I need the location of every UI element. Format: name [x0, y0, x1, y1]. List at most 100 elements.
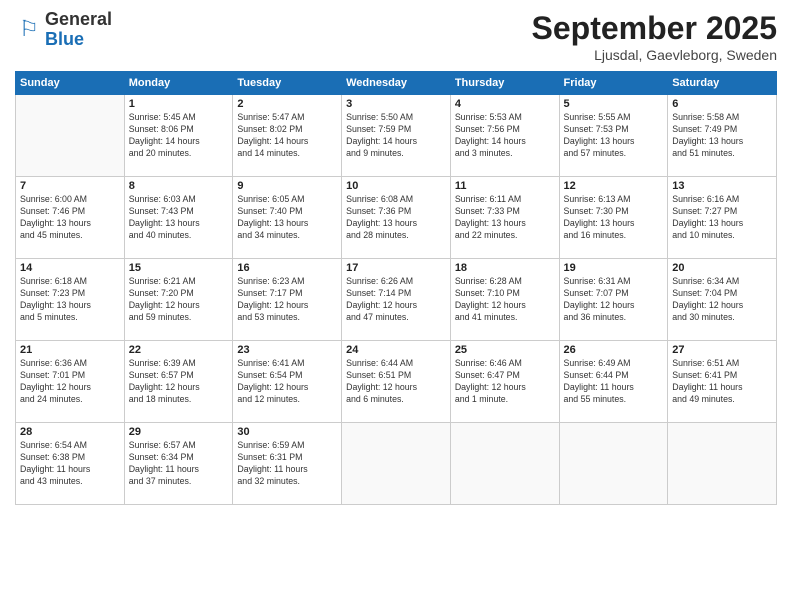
calendar-cell	[450, 423, 559, 505]
day-number: 12	[564, 180, 664, 192]
calendar-cell: 21 Sunrise: 6:36 AMSunset: 7:01 PMDayligh…	[16, 341, 125, 423]
day-info: Sunrise: 6:57 AMSunset: 6:34 PMDaylight:…	[129, 440, 229, 488]
day-info: Sunrise: 6:46 AMSunset: 6:47 PMDaylight:…	[455, 358, 555, 406]
calendar-cell: 14Sunrise: 6:18 AMSunset: 7:23 PMDayligh…	[16, 259, 125, 341]
day-number: 28	[20, 426, 120, 438]
day-info: Sunrise: 6:31 AMSunset: 7:07 PMDaylight:…	[564, 276, 664, 324]
day-number: 23	[237, 344, 337, 356]
day-number: 26	[564, 344, 664, 356]
day-info: Sunrise: 6:28 AMSunset: 7:10 PMDaylight:…	[455, 276, 555, 324]
calendar-cell: 15 Sunrise: 6:21 AMSunset: 7:20 PMDayligh…	[124, 259, 233, 341]
day-info: Sunrise: 6:36 AMSunset: 7:01 PMDaylight:…	[20, 358, 120, 406]
day-info: Sunrise: 5:53 AMSunset: 7:56 PMDaylight:…	[455, 112, 555, 160]
month-title: September 2025	[532, 10, 777, 47]
calendar-cell: 23Sunrise: 6:41 AMSunset: 6:54 PMDayligh…	[233, 341, 342, 423]
day-info: Sunrise: 6:23 AMSunset: 7:17 PMDaylight:…	[237, 276, 337, 324]
calendar-cell: 1Sunrise: 5:45 AMSunset: 8:06 PMDaylight…	[124, 95, 233, 177]
day-info: Sunrise: 5:55 AMSunset: 7:53 PMDaylight:…	[564, 112, 664, 160]
calendar-cell: 22 Sunrise: 6:39 AMSunset: 6:57 PMDayligh…	[124, 341, 233, 423]
logo-general: General	[45, 10, 112, 30]
day-number: 14	[20, 262, 120, 274]
svg-text:⚐: ⚐	[19, 16, 39, 41]
day-number: 7	[20, 180, 120, 192]
weekday-header: Saturday	[668, 72, 777, 95]
calendar-cell	[559, 423, 668, 505]
day-info: Sunrise: 6:11 AMSunset: 7:33 PMDaylight:…	[455, 194, 555, 242]
day-number: 2	[237, 98, 337, 110]
calendar-header: SundayMondayTuesdayWednesdayThursdayFrid…	[16, 72, 777, 95]
day-number: 4	[455, 98, 555, 110]
calendar-cell: 13Sunrise: 6:16 AMSunset: 7:27 PMDayligh…	[668, 177, 777, 259]
calendar-cell: 4 Sunrise: 5:53 AMSunset: 7:56 PMDaylight…	[450, 95, 559, 177]
logo-blue: Blue	[45, 30, 112, 50]
day-info: Sunrise: 5:50 AMSunset: 7:59 PMDaylight:…	[346, 112, 446, 160]
day-info: Sunrise: 6:05 AMSunset: 7:40 PMDaylight:…	[237, 194, 337, 242]
weekday-header: Tuesday	[233, 72, 342, 95]
calendar-cell: 2Sunrise: 5:47 AMSunset: 8:02 PMDaylight…	[233, 95, 342, 177]
day-info: Sunrise: 6:21 AMSunset: 7:20 PMDaylight:…	[129, 276, 229, 324]
weekday-header: Wednesday	[342, 72, 451, 95]
page-header: ⚐ General Blue September 2025 Ljusdal, G…	[15, 10, 777, 63]
calendar-table: SundayMondayTuesdayWednesdayThursdayFrid…	[15, 71, 777, 505]
day-info: Sunrise: 6:08 AMSunset: 7:36 PMDaylight:…	[346, 194, 446, 242]
day-info: Sunrise: 6:34 AMSunset: 7:04 PMDaylight:…	[672, 276, 772, 324]
day-number: 30	[237, 426, 337, 438]
day-number: 5	[564, 98, 664, 110]
day-number: 19	[564, 262, 664, 274]
day-info: Sunrise: 5:58 AMSunset: 7:49 PMDaylight:…	[672, 112, 772, 160]
day-number: 18	[455, 262, 555, 274]
calendar-cell: 5 Sunrise: 5:55 AMSunset: 7:53 PMDaylight…	[559, 95, 668, 177]
calendar-cell: 20 Sunrise: 6:34 AMSunset: 7:04 PMDayligh…	[668, 259, 777, 341]
day-number: 24	[346, 344, 446, 356]
calendar-cell: 12 Sunrise: 6:13 AMSunset: 7:30 PMDayligh…	[559, 177, 668, 259]
calendar-cell: 30 Sunrise: 6:59 AMSunset: 6:31 PMDayligh…	[233, 423, 342, 505]
day-info: Sunrise: 6:49 AMSunset: 6:44 PMDaylight:…	[564, 358, 664, 406]
day-info: Sunrise: 6:26 AMSunset: 7:14 PMDaylight:…	[346, 276, 446, 324]
day-info: Sunrise: 6:51 AMSunset: 6:41 PMDaylight:…	[672, 358, 772, 406]
weekday-header: Sunday	[16, 72, 125, 95]
day-number: 17	[346, 262, 446, 274]
day-info: Sunrise: 6:00 AMSunset: 7:46 PMDaylight:…	[20, 194, 120, 242]
day-number: 10	[346, 180, 446, 192]
calendar-cell	[668, 423, 777, 505]
calendar-cell: 27 Sunrise: 6:51 AMSunset: 6:41 PMDayligh…	[668, 341, 777, 423]
calendar-cell: 26 Sunrise: 6:49 AMSunset: 6:44 PMDayligh…	[559, 341, 668, 423]
calendar-cell: 17 Sunrise: 6:26 AMSunset: 7:14 PMDayligh…	[342, 259, 451, 341]
day-info: Sunrise: 6:13 AMSunset: 7:30 PMDaylight:…	[564, 194, 664, 242]
day-number: 22	[129, 344, 229, 356]
calendar-cell	[342, 423, 451, 505]
calendar-cell: 6 Sunrise: 5:58 AMSunset: 7:49 PMDaylight…	[668, 95, 777, 177]
day-number: 3	[346, 98, 446, 110]
day-number: 8	[129, 180, 229, 192]
logo: ⚐ General Blue	[15, 10, 112, 50]
day-info: Sunrise: 6:59 AMSunset: 6:31 PMDaylight:…	[237, 440, 337, 488]
calendar-cell: 29 Sunrise: 6:57 AMSunset: 6:34 PMDayligh…	[124, 423, 233, 505]
weekday-header: Thursday	[450, 72, 559, 95]
calendar-cell: 16 Sunrise: 6:23 AMSunset: 7:17 PMDayligh…	[233, 259, 342, 341]
day-number: 29	[129, 426, 229, 438]
day-info: Sunrise: 6:16 AMSunset: 7:27 PMDaylight:…	[672, 194, 772, 242]
calendar-cell: 11 Sunrise: 6:11 AMSunset: 7:33 PMDayligh…	[450, 177, 559, 259]
calendar-cell: 9 Sunrise: 6:05 AMSunset: 7:40 PMDaylight…	[233, 177, 342, 259]
day-number: 27	[672, 344, 772, 356]
day-number: 9	[237, 180, 337, 192]
day-info: Sunrise: 6:44 AMSunset: 6:51 PMDaylight:…	[346, 358, 446, 406]
calendar-cell: 10 Sunrise: 6:08 AMSunset: 7:36 PMDayligh…	[342, 177, 451, 259]
calendar-cell: 19 Sunrise: 6:31 AMSunset: 7:07 PMDayligh…	[559, 259, 668, 341]
calendar-cell: 8 Sunrise: 6:03 AMSunset: 7:43 PMDaylight…	[124, 177, 233, 259]
logo-icon: ⚐	[15, 16, 43, 44]
day-number: 16	[237, 262, 337, 274]
day-info: Sunrise: 6:39 AMSunset: 6:57 PMDaylight:…	[129, 358, 229, 406]
calendar-cell: 18 Sunrise: 6:28 AMSunset: 7:10 PMDayligh…	[450, 259, 559, 341]
day-number: 11	[455, 180, 555, 192]
day-number: 21	[20, 344, 120, 356]
day-number: 6	[672, 98, 772, 110]
day-number: 15	[129, 262, 229, 274]
weekday-header: Monday	[124, 72, 233, 95]
calendar-cell: 3 Sunrise: 5:50 AMSunset: 7:59 PMDaylight…	[342, 95, 451, 177]
calendar-cell	[16, 95, 125, 177]
location-subtitle: Ljusdal, Gaevleborg, Sweden	[532, 47, 777, 63]
day-number: 20	[672, 262, 772, 274]
day-number: 1	[129, 98, 229, 110]
day-info: Sunrise: 6:03 AMSunset: 7:43 PMDaylight:…	[129, 194, 229, 242]
